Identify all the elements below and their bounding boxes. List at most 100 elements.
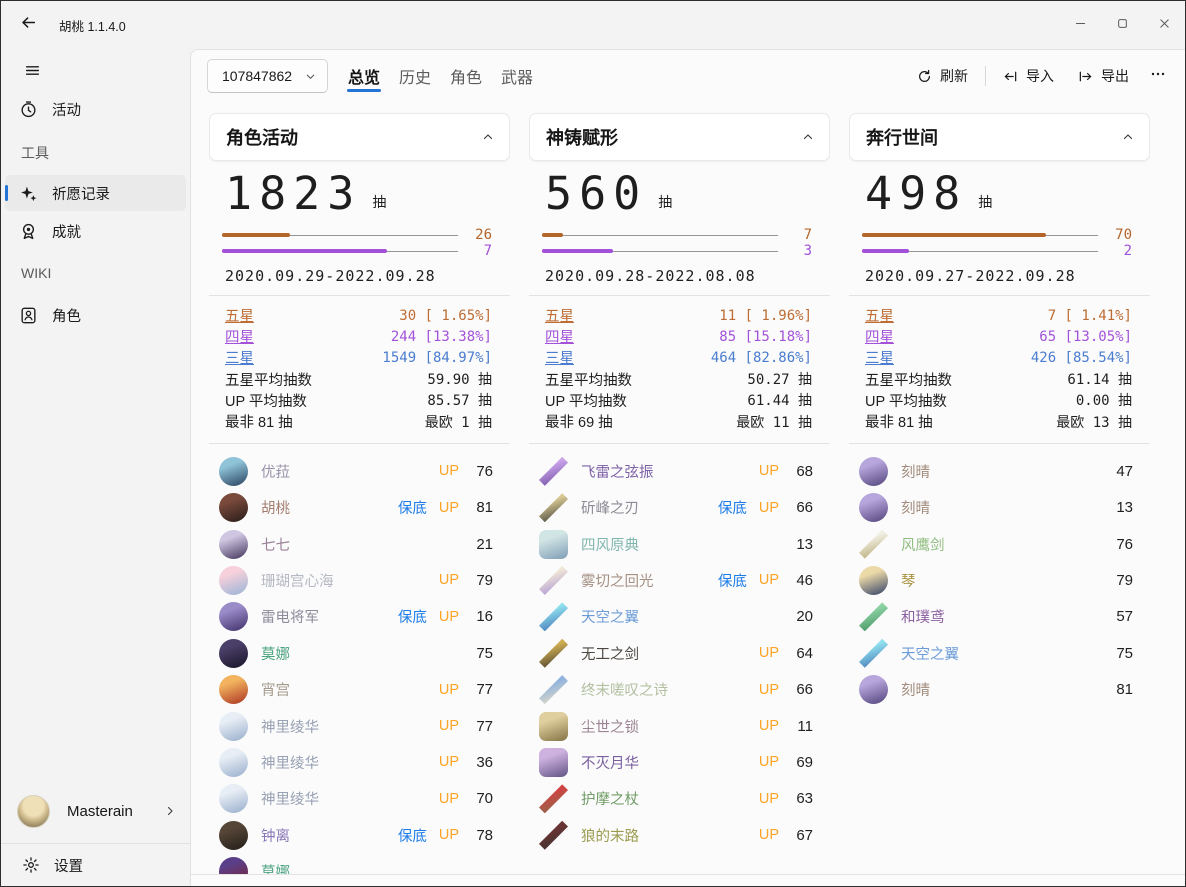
user-row[interactable]: Masterain: [1, 786, 190, 836]
tab-武器[interactable]: 武器: [500, 50, 534, 102]
weapon-icon: [539, 602, 568, 631]
stat-label[interactable]: 三星: [545, 347, 574, 368]
up-badge: UP: [439, 500, 459, 516]
chevron-up-icon[interactable]: [1122, 131, 1134, 143]
list-item[interactable]: 四风原典13: [529, 526, 830, 562]
banner-header[interactable]: 角色活动: [209, 113, 510, 161]
minimize-button[interactable]: [1059, 1, 1101, 49]
list-item[interactable]: 刻晴47: [849, 453, 1150, 489]
chevron-up-icon[interactable]: [802, 131, 814, 143]
five-star-pity-bar-fill: [542, 233, 563, 237]
list-item[interactable]: 风鹰剑76: [849, 526, 1150, 562]
list-item[interactable]: 宵宫UP77: [209, 671, 510, 707]
sidebar-divider: [1, 843, 190, 844]
stat-label: UP 平均抽数: [865, 390, 947, 411]
weapon-icon: [539, 748, 568, 777]
up-badge: UP: [759, 827, 779, 843]
stat-value: 11 [ 1.96%]: [719, 308, 812, 324]
stat-value: 最欧 11 抽: [736, 412, 812, 432]
maximize-button[interactable]: [1101, 1, 1143, 49]
total-pulls-unit: 抽: [658, 192, 672, 219]
sidebar-item-activity[interactable]: 活动: [5, 91, 186, 127]
tab-总览[interactable]: 总览: [347, 50, 381, 102]
list-item[interactable]: 琴79: [849, 562, 1150, 598]
maximize-icon: [1117, 16, 1128, 34]
sidebar-item-wish[interactable]: 祈愿记录: [5, 175, 186, 211]
banner-column-2: 神铸赋形560抽732020.09.28-2022.08.08五星11 [ 1.…: [529, 102, 830, 874]
close-button[interactable]: [1143, 1, 1185, 49]
refresh-label: 刷新: [940, 66, 968, 86]
banner-header[interactable]: 奔行世间: [849, 113, 1150, 161]
list-item[interactable]: 斫峰之刃保底UP66: [529, 490, 830, 526]
item-pull-count: 20: [791, 608, 813, 625]
stat-label[interactable]: 三星: [225, 347, 254, 368]
stat-row: UP 平均抽数61.44 抽: [545, 390, 812, 411]
uid-selector[interactable]: 107847862: [207, 59, 328, 93]
list-item[interactable]: 终末嗟叹之诗UP66: [529, 671, 830, 707]
stat-label[interactable]: 四星: [545, 326, 574, 347]
import-button[interactable]: 导入: [991, 59, 1066, 93]
stat-value: 426 [85.54%]: [1031, 350, 1132, 366]
tab-历史[interactable]: 历史: [398, 50, 432, 102]
list-item[interactable]: 飞雷之弦振UP68: [529, 453, 830, 489]
weapon-icon: [539, 457, 568, 486]
total-pulls-value: 498: [865, 169, 967, 219]
more-button[interactable]: [1141, 61, 1175, 91]
list-item[interactable]: 胡桃保底UP81: [209, 490, 510, 526]
toolbar-divider: [985, 66, 986, 86]
list-item[interactable]: 神里绫华UP77: [209, 708, 510, 744]
stat-label[interactable]: 五星: [545, 305, 574, 326]
weapon-icon: [859, 530, 888, 559]
tab-角色[interactable]: 角色: [449, 50, 483, 102]
list-item[interactable]: 无工之剑UP64: [529, 635, 830, 671]
refresh-button[interactable]: 刷新: [905, 59, 980, 93]
up-badge: UP: [759, 572, 779, 588]
list-item[interactable]: 尘世之锁UP11: [529, 708, 830, 744]
list-item[interactable]: 优菈UP76: [209, 453, 510, 489]
list-item[interactable]: 神里绫华UP36: [209, 744, 510, 780]
weapon-icon: [859, 602, 888, 631]
settings-label: 设置: [54, 855, 83, 876]
stat-label[interactable]: 四星: [865, 326, 894, 347]
sidebar-item-achievement[interactable]: 成就: [5, 213, 186, 249]
list-item[interactable]: 雷电将军保底UP16: [209, 599, 510, 635]
sidebar-item-character[interactable]: 角色: [5, 297, 186, 333]
banner-title: 角色活动: [226, 124, 482, 150]
list-item[interactable]: 刻晴13: [849, 490, 1150, 526]
stat-label[interactable]: 五星: [865, 305, 894, 326]
back-button[interactable]: [15, 12, 41, 38]
item-name: 莫娜: [261, 861, 459, 874]
list-item[interactable]: 莫娜75: [209, 635, 510, 671]
export-button[interactable]: 导出: [1066, 59, 1141, 93]
up-badge: UP: [439, 572, 459, 588]
list-item[interactable]: 七七21: [209, 526, 510, 562]
activity-icon: [19, 100, 38, 119]
list-item[interactable]: 天空之翼75: [849, 635, 1150, 671]
list-item[interactable]: 不灭月华UP69: [529, 744, 830, 780]
list-item[interactable]: 和璞鸢57: [849, 599, 1150, 635]
list-item[interactable]: 刻晴81: [849, 671, 1150, 707]
list-item[interactable]: 珊瑚宫心海UP79: [209, 562, 510, 598]
stat-label[interactable]: 四星: [225, 326, 254, 347]
stat-label[interactable]: 五星: [225, 305, 254, 326]
stat-row: 最非 69 抽最欧 11 抽: [545, 411, 812, 432]
item-name: 不灭月华: [581, 752, 747, 773]
stat-label[interactable]: 三星: [865, 347, 894, 368]
list-item[interactable]: 钟离保底UP78: [209, 817, 510, 853]
item-name: 七七: [261, 534, 459, 555]
hamburger-button[interactable]: [15, 57, 49, 89]
item-pull-count: 78: [471, 827, 493, 844]
list-item[interactable]: 天空之翼20: [529, 599, 830, 635]
banner-stats: 五星30 [ 1.65%]四星244 [13.38%]三星1549 [84.97…: [225, 305, 492, 432]
item-pull-count: 11: [791, 718, 813, 735]
item-name: 琴: [901, 570, 1099, 591]
list-item[interactable]: 神里绫华UP70: [209, 781, 510, 817]
chevron-up-icon[interactable]: [482, 131, 494, 143]
total-pulls: 560抽: [545, 169, 814, 219]
list-item[interactable]: 莫娜: [209, 853, 510, 874]
sidebar-item-settings[interactable]: 设置: [5, 847, 186, 883]
list-item[interactable]: 狼的末路UP67: [529, 817, 830, 853]
banner-header[interactable]: 神铸赋形: [529, 113, 830, 161]
list-item[interactable]: 护摩之杖UP63: [529, 781, 830, 817]
list-item[interactable]: 雾切之回光保底UP46: [529, 562, 830, 598]
